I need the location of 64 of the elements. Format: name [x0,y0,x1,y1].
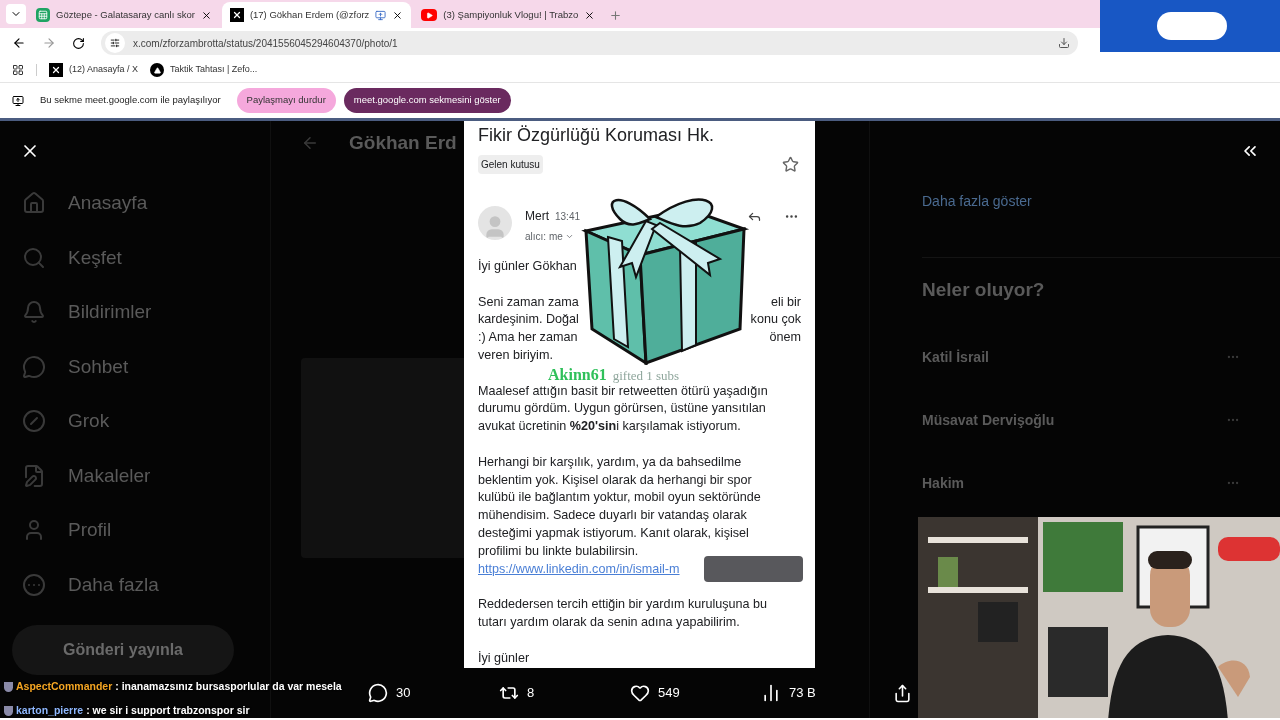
email-text-line: kardeşinim. Doğal [478,311,579,329]
recipient-toggle[interactable]: alıcı: me [525,229,581,244]
email-text-line: İyi günler Gökhan [478,258,578,275]
email-text-line: Maalesef attığın basit bir retweetten ötürü yaşadığın [478,383,769,400]
tab-title: (3) Şampiyonluk Vlogu! | Trabzo [443,7,579,22]
email-text-line: profilimi bu linkte bulabilirsin. [478,542,640,560]
sidebar-item[interactable]: Keşfet [22,243,270,272]
bookmark[interactable]: Taktik Tahtası | Zefo... [150,63,258,77]
chat-username: AspectCommander [16,679,113,694]
inbox-label: Gelen kutusu [478,155,543,174]
email-text-line: Seni zaman zama [478,293,579,311]
email-text-line: Herhangi bir karşılık, yardım, ya da bahsedilme [478,453,743,471]
chat-username: karton_pierre [16,702,84,718]
email-text-line: Reddedersen tercih ettiğin bir yardım kuruluşuna bu [478,596,769,614]
email-text-line: kulübü ile bağlantım yoktur, mobil oyun sektöründe [478,489,762,507]
email-text-line: eli bir [770,293,801,311]
email-text-line: beklentim yok. Kişisel olarak da herhangi bir spor [478,471,753,489]
post-action[interactable]: 73 B [761,683,892,703]
sidebar-item[interactable]: Bildirimler [22,298,270,327]
email-text-line: desteğimi yapmak istiyorum. Kanıt olarak, kişisel [478,524,750,542]
sidebar-item[interactable]: Grok [22,407,270,436]
sidebar-item[interactable]: Daha fazla [22,570,270,599]
sidebar-item[interactable]: Sohbet [22,352,270,381]
email-text-line: durumu gördüm. Uygun görürsen, üstüne yansıtılan [478,400,767,418]
email-subject: Fikir Özgürlüğü Koruması Hk. [478,124,716,147]
sidebar-item[interactable]: Makaleler [22,461,270,490]
bookmark[interactable]: (12) Anasayfa / X [49,63,139,77]
tab-title: Göztepe - Galatasaray canlı skor [56,7,195,22]
trend-name[interactable]: Hakim [922,472,965,494]
post-action[interactable]: 549 [630,683,761,703]
alert-username: Akinn61 [548,367,607,383]
email-text-line: veren biriyim. [478,347,554,364]
tab-title: (17) Gökhan Erdem (@zforz [249,7,370,22]
post-action[interactable]: 8 [499,683,630,703]
chat-message: : we sir i support trabzonspor sir [86,702,250,718]
email-text-line: :) Ama her zaman [478,329,578,347]
show-tab-button[interactable]: meet.google.com sekmesini göster [343,88,511,113]
post-action[interactable]: 30 [368,683,499,703]
browser-tab[interactable]: Göztepe - Galatasaray canlı skor [28,2,220,28]
email-text-line: İyi günler [478,649,531,667]
profile-link[interactable]: https://www.linkedin.com/in/ismail-m [478,561,680,576]
show-more-link[interactable]: Daha fazla göster [922,193,1032,209]
browser-tab[interactable]: (17) Gökhan Erdem (@zforz [221,2,412,28]
chat-message: : inanamazsınız bursasporlular da var mesela [115,679,342,694]
post-button[interactable]: Gönderi yayınla [12,625,234,675]
trends-title: Neler oluyor? [922,278,1046,302]
sender-name: Mert [525,208,549,225]
email-time: 13:41 [555,210,581,224]
trend-name[interactable]: Katil İsrail [922,346,989,368]
email-text-line: konu çok [750,311,801,329]
email-text-line: avukat ücretinin %20'sini karşılamak istiyorum. [478,418,742,436]
stop-sharing-button[interactable]: Paylaşmayı durdur [236,88,336,113]
browser-tab[interactable]: (3) Şampiyonluk Vlogu! | Trabzo [413,2,604,28]
email-text-line: mühendisim. Sadece duyarlı bir vatandaş olarak [478,507,748,525]
trend-name[interactable]: Müsavat Dervişoğlu [922,409,1055,431]
email-text-line: tutarı yardım olarak da senin adına yapabilirim. [478,613,741,631]
alert-message: gifted 1 subs [612,368,680,384]
sharing-message: Bu sekme meet.google.com ile paylaşılıyor [40,93,221,108]
address-field[interactable]: x.com/zforzambrotta/status/2041556045294604370/photo/1 [101,31,1078,55]
email-text-line: önem [769,329,801,347]
profile-name: Gökhan Erd [349,131,457,155]
sidebar-item[interactable]: Anasayfa [22,189,270,218]
sidebar-item[interactable]: Profil [22,516,270,545]
url-text: x.com/zforzambrotta/status/2041556045294604370/photo/1 [133,36,398,51]
